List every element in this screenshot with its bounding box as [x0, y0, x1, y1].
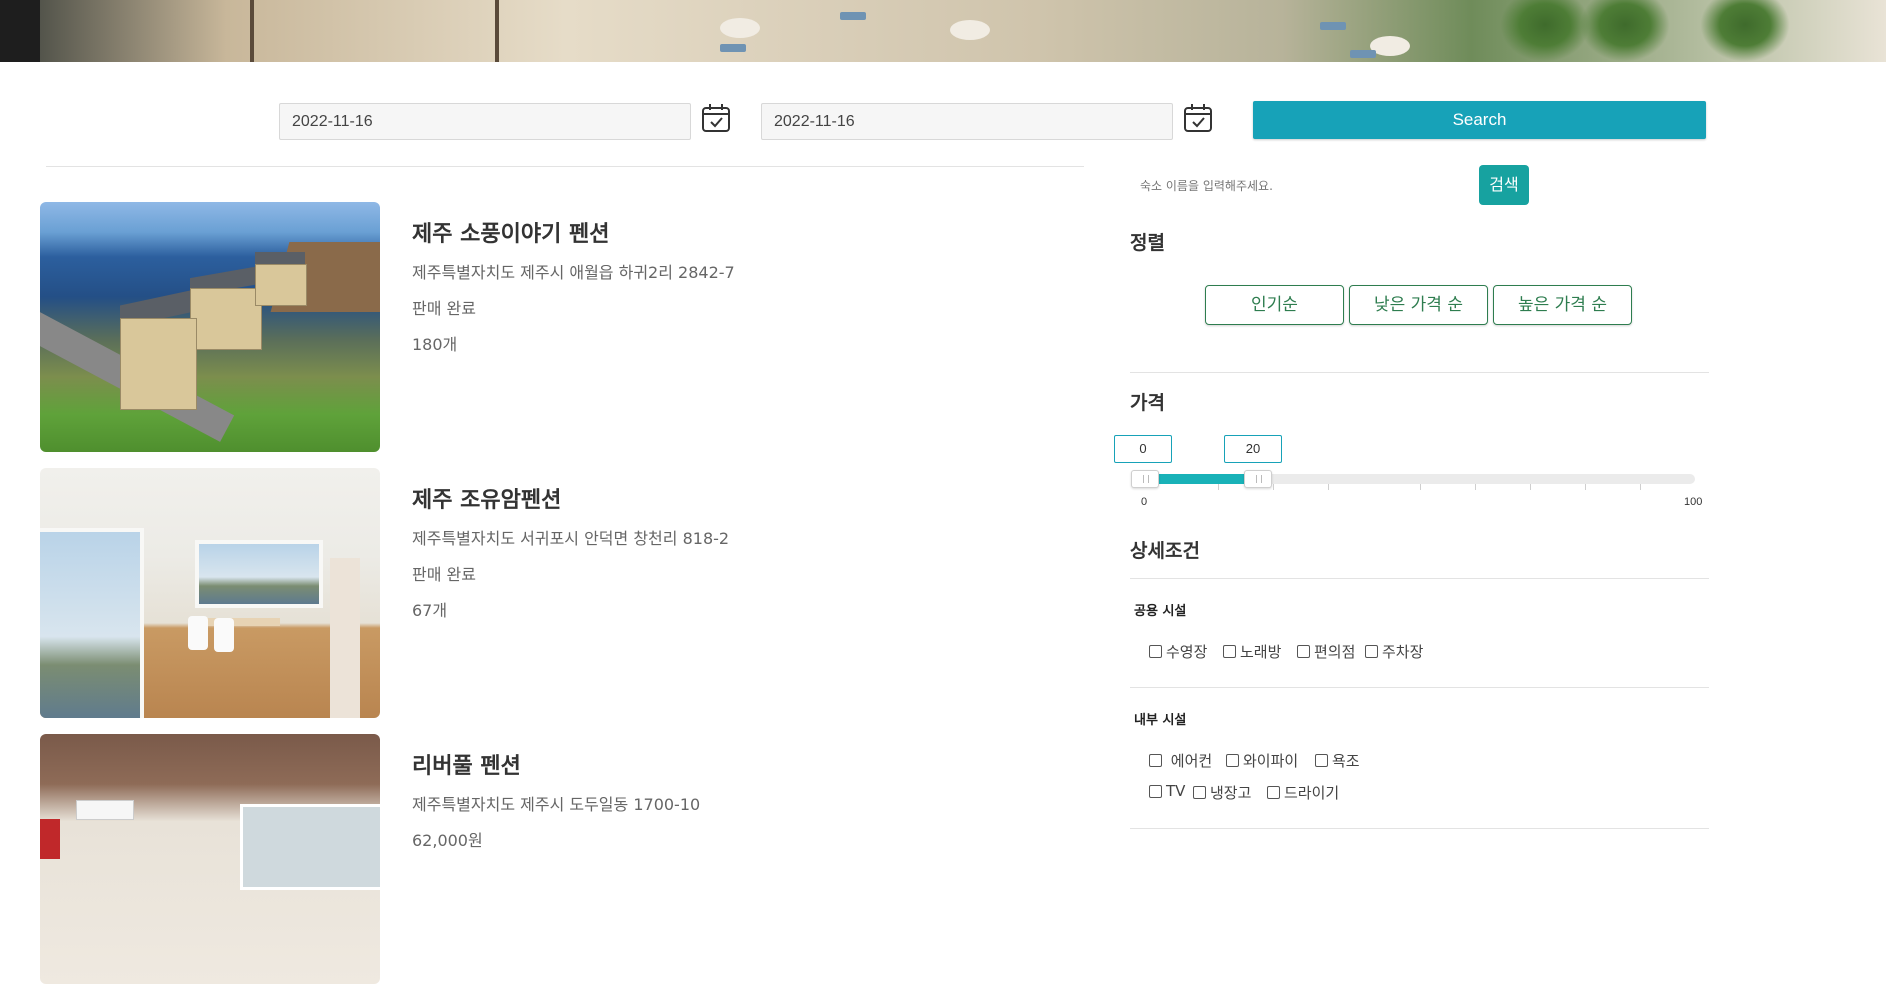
listing-thumbnail[interactable] — [40, 734, 380, 984]
divider — [1130, 578, 1709, 579]
listing-address: 제주특별자치도 서귀포시 안덕면 창천리 818-2 — [412, 529, 730, 548]
slider-tick — [1475, 484, 1476, 490]
listing-name[interactable]: 리버풀 펜션 — [412, 748, 521, 780]
hero-banner-image — [0, 0, 1886, 62]
divider — [1130, 372, 1709, 373]
slider-tick — [1420, 484, 1421, 490]
sort-price-high-button[interactable]: 높은 가격 순 — [1493, 285, 1632, 325]
checkbox-icon[interactable] — [1267, 786, 1280, 799]
listing-count: 180개 — [412, 335, 458, 354]
checkbox-icon[interactable] — [1223, 645, 1236, 658]
listing-card[interactable]: 제주 소풍이야기 펜션 제주특별자치도 제주시 애월읍 하귀2리 2842-7 … — [40, 202, 1080, 452]
checkbox-pool[interactable]: 수영장 — [1149, 641, 1207, 662]
details-title: 상세조건 — [1130, 540, 1200, 562]
divider — [1130, 828, 1709, 829]
checkbox-parking[interactable]: 주차장 — [1365, 641, 1423, 662]
slider-tick — [1273, 484, 1274, 490]
sort-price-low-button[interactable]: 낮은 가격 순 — [1349, 285, 1488, 325]
listing-name[interactable]: 제주 조유암펜션 — [412, 482, 561, 514]
checkbox-icon[interactable] — [1149, 645, 1162, 658]
slider-max-label: 100 — [1684, 496, 1703, 508]
price-min-handle[interactable] — [1131, 470, 1159, 488]
checkbox-refrigerator[interactable]: 냉장고 — [1193, 782, 1251, 803]
checkbox-icon[interactable] — [1149, 754, 1162, 767]
price-min-field[interactable]: 0 — [1114, 435, 1172, 463]
calendar-check-icon[interactable] — [701, 103, 731, 133]
checkbox-karaoke[interactable]: 노래방 — [1223, 641, 1281, 662]
calendar-check-icon[interactable] — [1183, 103, 1213, 133]
listing-status: 판매 완료 — [412, 565, 476, 584]
price-max-handle[interactable] — [1243, 470, 1272, 488]
checkbox-icon[interactable] — [1365, 645, 1378, 658]
checkbox-icon[interactable] — [1315, 754, 1328, 767]
shared-facilities-title: 공용 시설 — [1134, 604, 1187, 619]
listing-status: 판매 완료 — [412, 299, 476, 318]
room-facilities-title: 내부 시설 — [1134, 713, 1187, 728]
accommodation-name-input[interactable] — [1130, 172, 1430, 200]
checkbox-bathtub[interactable]: 욕조 — [1315, 750, 1360, 771]
price-title: 가격 — [1130, 392, 1165, 414]
checkbox-wifi[interactable]: 와이파이 — [1226, 750, 1298, 771]
checkbox-air-conditioner[interactable]: 에어컨 — [1149, 750, 1212, 771]
listing-card[interactable]: 리버풀 펜션 제주특별자치도 제주시 도두일동 1700-10 62,000원 — [40, 734, 1080, 984]
checkin-date-input[interactable]: 2022-11-16 — [279, 103, 691, 140]
divider — [1130, 687, 1709, 688]
checkbox-icon[interactable] — [1297, 645, 1310, 658]
name-search-button[interactable]: 검색 — [1479, 165, 1529, 205]
listing-address: 제주특별자치도 제주시 애월읍 하귀2리 2842-7 — [412, 263, 735, 282]
listing-price: 62,000원 — [412, 831, 483, 850]
checkout-date-input[interactable]: 2022-11-16 — [761, 103, 1173, 140]
slider-min-label: 0 — [1141, 496, 1148, 508]
listing-thumbnail[interactable] — [40, 468, 380, 718]
listing-thumbnail[interactable] — [40, 202, 380, 452]
checkbox-convenience-store[interactable]: 편의점 — [1297, 641, 1355, 662]
checkbox-icon[interactable] — [1193, 786, 1206, 799]
search-button[interactable]: Search — [1253, 101, 1706, 139]
listing-name[interactable]: 제주 소풍이야기 펜션 — [412, 216, 609, 248]
price-max-field[interactable]: 20 — [1224, 435, 1282, 463]
sort-title: 정렬 — [1130, 232, 1165, 254]
divider — [46, 166, 1084, 167]
listing-card[interactable]: 제주 조유암펜션 제주특별자치도 서귀포시 안덕면 창천리 818-2 판매 완… — [40, 468, 1080, 718]
listing-count: 67개 — [412, 601, 448, 620]
slider-tick — [1328, 484, 1329, 490]
checkbox-icon[interactable] — [1149, 784, 1162, 798]
checkbox-tv[interactable]: TV — [1149, 782, 1185, 800]
slider-tick — [1585, 484, 1586, 490]
checkbox-hair-dryer[interactable]: 드라이기 — [1267, 782, 1339, 803]
slider-tick — [1640, 484, 1641, 490]
listing-address: 제주특별자치도 제주시 도두일동 1700-10 — [412, 795, 701, 814]
sort-popular-button[interactable]: 인기순 — [1205, 285, 1344, 325]
slider-tick — [1218, 484, 1219, 490]
checkbox-icon[interactable] — [1226, 754, 1239, 767]
slider-tick — [1530, 484, 1531, 490]
